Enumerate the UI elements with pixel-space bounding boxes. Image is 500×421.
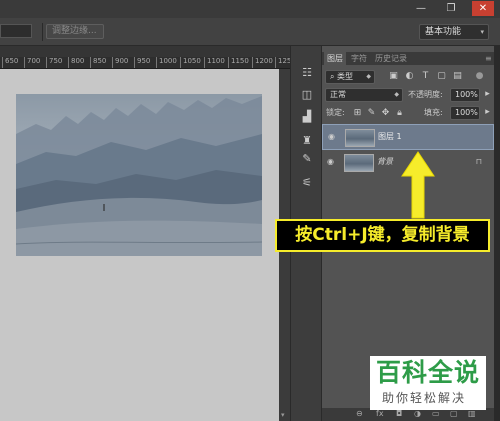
chevron-down-icon[interactable]: ▸ — [482, 107, 493, 118]
shape-filter-icon[interactable]: ▢ — [436, 71, 447, 82]
clone-source-icon[interactable]: ✎ — [299, 152, 315, 166]
new-layer-icon[interactable]: ▢ — [450, 409, 458, 418]
lock-label: 锁定: — [326, 108, 345, 117]
fx-icon[interactable]: fx — [376, 409, 384, 418]
minimize-icon[interactable]: — — [410, 1, 432, 16]
ruler-tick: 750 — [46, 57, 62, 68]
panel-scrollbar[interactable] — [494, 46, 500, 421]
layer-thumbnail — [344, 154, 374, 172]
options-bar: 调整边缘... 基本功能 ▾ — [0, 18, 500, 46]
ruler-tick: 850 — [90, 57, 106, 68]
fill-label: 填充: — [424, 108, 443, 117]
layer-name: 背景 — [377, 157, 393, 166]
document-tab-strip — [0, 46, 290, 57]
tab-layers[interactable]: 图层 — [324, 52, 346, 65]
ruler-tick: 800 — [68, 57, 84, 68]
ruler-tick: 700 — [24, 57, 40, 68]
opacity-label: 不透明度: — [408, 90, 443, 99]
scroll-down-icon[interactable]: ▾ — [281, 411, 285, 419]
fill-field[interactable]: 100% — [450, 106, 480, 120]
opacity-field[interactable]: 100% — [450, 88, 480, 102]
title-bar: — ❐ ✕ — [0, 0, 500, 18]
adjustment-filter-icon[interactable]: ◐ — [404, 71, 415, 82]
document-canvas[interactable] — [0, 69, 279, 421]
trash-icon[interactable]: ▥ — [468, 409, 476, 418]
restore-icon[interactable]: ❐ — [440, 1, 462, 16]
brush-preset-icon[interactable]: ♜ — [299, 134, 315, 148]
workspace-label: 基本功能 — [425, 27, 462, 37]
lock-all-icon[interactable]: 🔒︎ — [394, 108, 405, 119]
ruler-tick: 1050 — [180, 57, 201, 68]
close-icon[interactable]: ✕ — [472, 1, 494, 16]
tab-history[interactable]: 历史记录 — [372, 52, 410, 65]
opacity-value: 100% — [455, 90, 478, 99]
adjust-icon[interactable]: ◫ — [299, 88, 315, 102]
smart-object-filter-icon[interactable]: ▤ — [452, 71, 463, 82]
workspace-select[interactable]: 基本功能 ▾ — [419, 24, 489, 40]
chevron-down-icon: ◆ — [366, 73, 371, 80]
ruler-tick: 950 — [134, 57, 150, 68]
horizontal-ruler: 650 700 750 800 850 900 950 1000 1050 11… — [0, 57, 290, 69]
tab-character[interactable]: 字符 — [348, 52, 370, 65]
ruler-tick: 650 — [2, 57, 18, 68]
ruler-tick: 1000 — [156, 57, 177, 68]
adjustment-layer-icon[interactable]: ◑ — [414, 409, 421, 418]
blend-mode-label: 正常 — [330, 90, 346, 99]
ruler-tick: 1250 — [275, 57, 290, 68]
lock-icon: ⊓ — [475, 157, 482, 166]
watermark-logo: 百科全说 助你轻松解决 — [370, 356, 486, 410]
visibility-eye-icon[interactable]: ◉ — [328, 132, 338, 142]
tool-presets-icon[interactable]: ☷ — [299, 66, 315, 80]
add-mask-icon[interactable]: ◘ — [396, 409, 402, 418]
watermark-subtitle: 助你轻松解决 — [382, 391, 467, 405]
instruction-callout: 按Ctrl+J键，复制背景 — [275, 219, 490, 252]
blend-mode-select[interactable]: 正常 ◆ — [325, 88, 403, 102]
visibility-eye-icon[interactable]: ◉ — [327, 157, 337, 167]
layer-row-layer1[interactable]: ◉ 图层 1 — [322, 124, 494, 150]
annotation-arrow — [401, 151, 435, 219]
refine-edge-button[interactable]: 调整边缘... — [46, 24, 104, 39]
mountain-image — [16, 94, 262, 256]
panel-menu-icon[interactable]: ≡ — [482, 52, 495, 65]
panel-tabs: 图层 字符 历史记录 ≡ — [322, 52, 494, 65]
lock-image-icon[interactable]: ✎ — [366, 108, 377, 119]
ruler-tick: 1150 — [228, 57, 249, 68]
link-layers-icon[interactable]: ⊖ — [356, 409, 363, 418]
layer-name: 图层 1 — [378, 132, 402, 141]
ruler-tick: 1200 — [252, 57, 273, 68]
chevron-down-icon: ▾ — [480, 28, 484, 36]
landscape-photo — [16, 94, 262, 256]
ruler-tick: 900 — [112, 57, 128, 68]
chevron-down-icon: ◆ — [394, 91, 399, 98]
type-filter-icon[interactable]: T — [420, 71, 431, 82]
pixel-filter-icon[interactable]: ▣ — [388, 71, 399, 82]
lock-transparent-icon[interactable]: ⊞ — [352, 108, 363, 119]
histogram-icon[interactable]: ▟ — [299, 110, 315, 124]
search-icon: ⌕ — [330, 72, 338, 81]
chevron-down-icon[interactable]: ▸ — [482, 89, 493, 100]
properties-icon[interactable]: ⚟ — [299, 176, 315, 190]
ruler-tick: 1100 — [204, 57, 225, 68]
filter-toggle-icon[interactable]: ● — [474, 71, 485, 82]
filter-kind-label: 类型 — [337, 72, 354, 81]
divider — [42, 23, 43, 41]
watermark-title: 百科全说 — [376, 358, 481, 387]
option-field[interactable] — [0, 24, 32, 38]
lock-position-icon[interactable]: ✥ — [380, 108, 391, 119]
new-group-icon[interactable]: ▭ — [432, 409, 440, 418]
layer-thumbnail — [345, 129, 375, 147]
filter-kind-select[interactable]: ⌕ 类型 ◆ — [325, 70, 375, 84]
fill-value: 100% — [455, 108, 478, 117]
